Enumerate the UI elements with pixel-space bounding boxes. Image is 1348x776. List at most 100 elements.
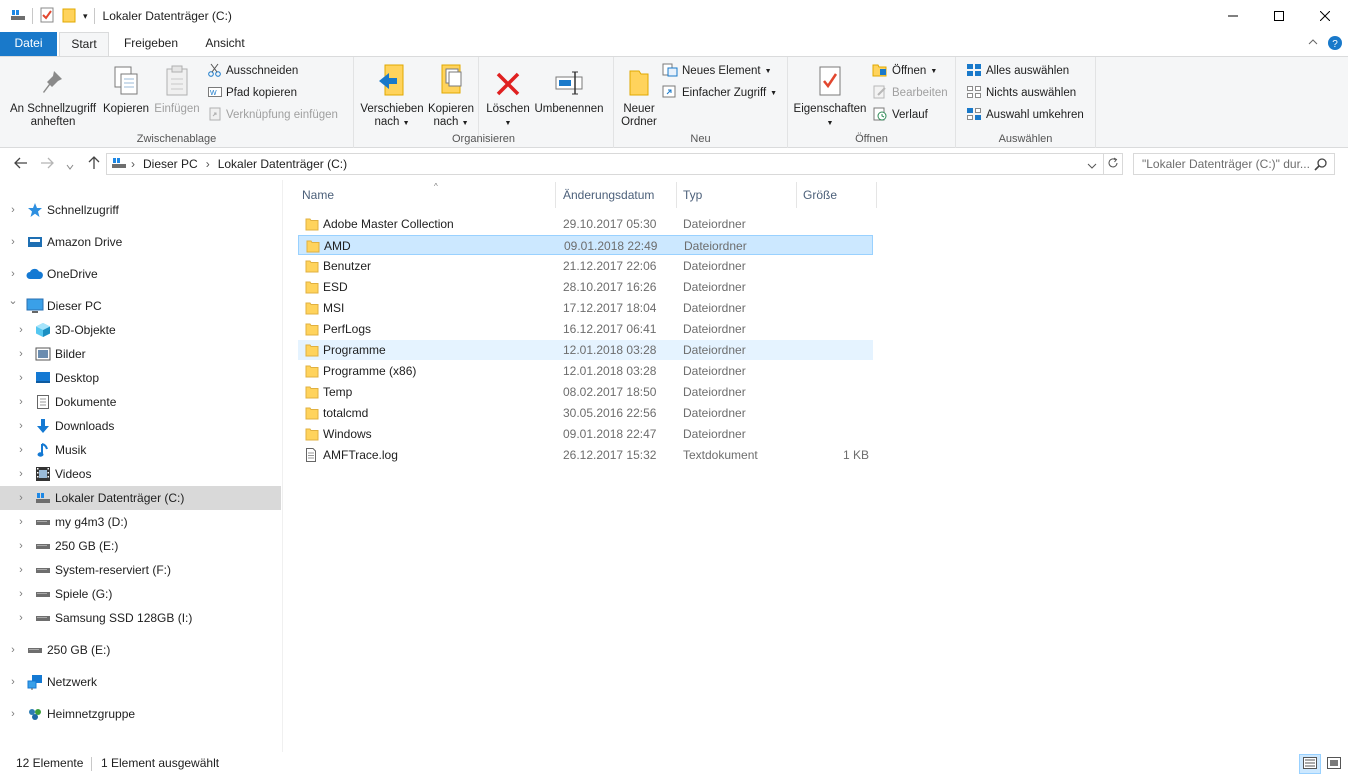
tab-file[interactable]: Datei [0,32,57,56]
chevron-right-icon[interactable]: › [16,588,26,600]
nav-item[interactable]: › OneDrive [0,262,281,286]
large-icons-view-button[interactable] [1323,754,1345,774]
tab-start[interactable]: Start [59,32,109,57]
file-row[interactable]: AMFTrace.log 26.12.2017 15:32 Textdokument… [298,445,873,465]
copy-path-button[interactable]: W Pfad kopieren [208,83,297,103]
nav-item[interactable]: › Downloads [0,414,281,438]
nav-item[interactable]: › my g4m3 (D:) [0,510,281,534]
chevron-right-icon[interactable]: › [206,157,210,171]
chevron-right-icon[interactable]: › [8,268,18,280]
column-header-date[interactable]: Änderungsdatum [557,182,677,208]
collapse-ribbon-icon[interactable] [1308,36,1318,50]
customize-qat-icon[interactable]: ▾ [83,11,88,22]
chevron-right-icon[interactable]: › [16,612,26,624]
maximize-button[interactable] [1256,0,1302,32]
tab-view[interactable]: Ansicht [193,32,257,56]
file-row[interactable]: Windows 09.01.2018 22:47 Dateiordner [298,424,873,444]
copy-to-button[interactable]: Kopieren nach ▼ [426,61,476,130]
forward-button[interactable] [40,156,54,172]
file-row[interactable]: AMD 09.01.2018 22:49 Dateiordner [298,235,873,255]
column-header-size[interactable]: Größe [797,182,877,208]
chevron-right-icon[interactable]: › [16,468,26,480]
nav-item[interactable]: › Netzwerk [0,670,281,694]
file-row[interactable]: MSI 17.12.2017 18:04 Dateiordner [298,298,873,318]
nav-item[interactable]: › Samsung SSD 128GB (I:) [0,606,281,630]
chevron-down-icon[interactable]: ⌄ [8,294,18,307]
search-icon[interactable] [1314,157,1328,174]
search-input[interactable]: "Lokaler Datenträger (C:)" dur... [1133,153,1335,175]
chevron-right-icon[interactable]: › [16,516,26,528]
nav-item[interactable]: › Desktop [0,366,281,390]
properties-button[interactable]: Eigenschaften ▼ [792,61,868,130]
chevron-right-icon[interactable]: › [8,236,18,248]
nav-item[interactable]: › Amazon Drive [0,230,281,254]
new-item-button[interactable]: Neues Element ▼ [662,61,772,81]
minimize-button[interactable] [1210,0,1256,32]
file-row[interactable]: totalcmd 30.05.2016 22:56 Dateiordner [298,403,873,423]
paste-shortcut-button[interactable]: Verknüpfung einfügen [208,105,338,125]
delete-button[interactable]: Löschen ▼ [484,61,532,130]
edit-button[interactable]: Bearbeiten [872,83,948,103]
file-row[interactable]: Programme (x86) 12.01.2018 03:28 Dateiordn… [298,361,873,381]
file-row[interactable]: Adobe Master Collection 29.10.2017 05:30 D… [298,214,873,234]
file-row[interactable]: Benutzer 21.12.2017 22:06 Dateiordner [298,256,873,276]
address-dropdown-icon[interactable] [1087,159,1097,173]
nav-item[interactable]: › Videos [0,462,281,486]
nav-item[interactable]: › Bilder [0,342,281,366]
cut-button[interactable]: Ausschneiden [208,61,298,81]
close-button[interactable] [1302,0,1348,32]
invert-selection-button[interactable]: Auswahl umkehren [966,105,1084,125]
nav-item[interactable]: › 250 GB (E:) [0,534,281,558]
paste-button[interactable]: Einfügen [152,61,202,116]
chevron-right-icon[interactable]: › [16,564,26,576]
nav-item[interactable]: › Lokaler Datenträger (C:) [0,486,281,510]
new-folder-button[interactable]: Neuer Ordner [616,61,662,129]
file-row[interactable]: PerfLogs 16.12.2017 06:41 Dateiordner [298,319,873,339]
chevron-right-icon[interactable]: › [8,204,18,216]
column-header-name[interactable]: Name ^ [296,182,556,208]
pin-quick-access-button[interactable]: An Schnellzugriff anheften [6,61,100,129]
chevron-right-icon[interactable]: › [16,372,26,384]
chevron-right-icon[interactable]: › [16,396,26,408]
file-row[interactable]: Programme 12.01.2018 03:28 Dateiordner [298,340,873,360]
chevron-right-icon[interactable]: › [8,644,18,656]
address-bar[interactable]: › Dieser PC › Lokaler Datenträger (C:) [106,153,1104,175]
chevron-right-icon[interactable]: › [16,348,26,360]
recent-locations-button[interactable] [66,158,74,174]
history-button[interactable]: Verlauf [872,105,928,125]
file-row[interactable]: ESD 28.10.2017 16:26 Dateiordner [298,277,873,297]
easy-access-button[interactable]: Einfacher Zugriff ▼ [662,83,777,103]
chevron-right-icon[interactable]: › [16,420,26,432]
chevron-right-icon[interactable]: › [16,324,26,336]
file-row[interactable]: Temp 08.02.2017 18:50 Dateiordner [298,382,873,402]
up-button[interactable] [88,156,100,173]
tab-share[interactable]: Freigeben [113,32,189,56]
nav-item[interactable]: › System-reserviert (F:) [0,558,281,582]
chevron-right-icon[interactable]: › [16,492,26,504]
help-icon[interactable]: ? [1328,36,1342,53]
breadcrumb-item[interactable]: Dieser PC [143,157,198,171]
nav-item[interactable]: › Musik [0,438,281,462]
chevron-right-icon[interactable]: › [8,676,18,688]
breadcrumb-item[interactable]: Lokaler Datenträger (C:) [218,157,347,171]
nav-item[interactable]: › 3D-Objekte [0,318,281,342]
nav-item[interactable]: ⌄ Dieser PC [0,294,281,318]
chevron-right-icon[interactable]: › [16,540,26,552]
select-all-button[interactable]: Alles auswählen [966,61,1069,81]
chevron-right-icon[interactable]: › [8,708,18,720]
details-view-button[interactable] [1299,754,1321,774]
select-none-button[interactable]: Nichts auswählen [966,83,1076,103]
move-to-button[interactable]: Verschieben nach ▼ [358,61,426,130]
chevron-right-icon[interactable]: › [16,444,26,456]
nav-item[interactable]: › Schnellzugriff [0,198,281,222]
nav-item[interactable]: › Heimnetzgruppe [0,702,281,726]
nav-item[interactable]: › Dokumente [0,390,281,414]
back-button[interactable] [14,156,28,172]
chevron-right-icon[interactable]: › [131,157,135,171]
column-header-type[interactable]: Typ [677,182,797,208]
refresh-button[interactable] [1103,153,1123,175]
drive-icon[interactable] [10,8,26,25]
nav-item[interactable]: › Spiele (G:) [0,582,281,606]
copy-button[interactable]: Kopieren [101,61,151,116]
open-button[interactable]: Öffnen ▼ [872,61,937,81]
